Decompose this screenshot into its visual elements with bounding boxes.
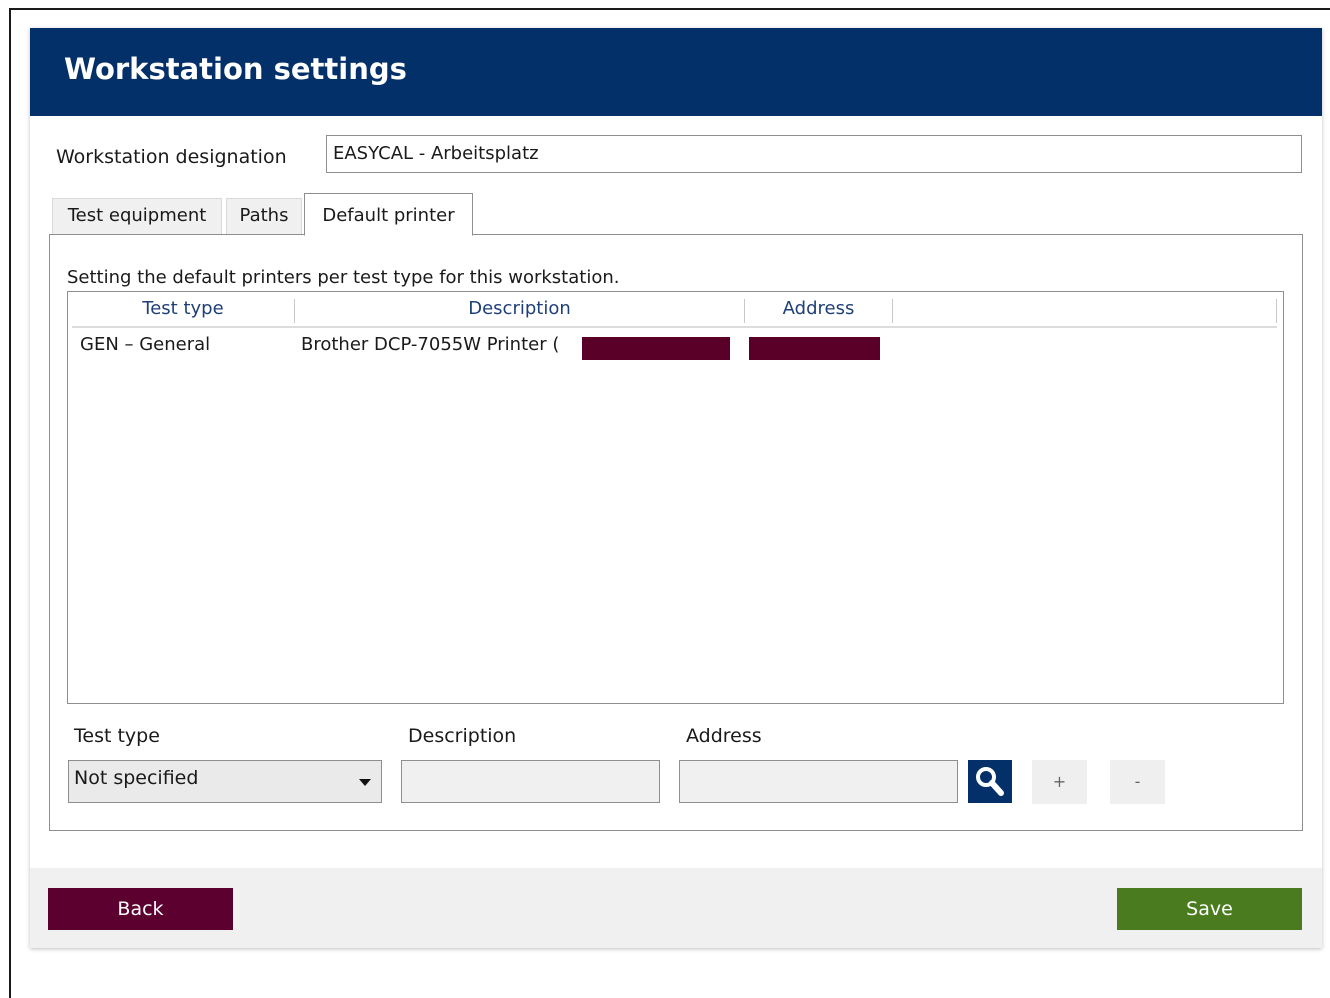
cell-description: Brother DCP-7055W Printer (	[301, 334, 560, 355]
title-bar: Workstation settings	[30, 28, 1322, 116]
column-header-description[interactable]: Description	[295, 298, 744, 319]
column-separator	[892, 299, 893, 323]
designation-label: Workstation designation	[56, 146, 287, 168]
tab-test-equipment[interactable]: Test equipment	[52, 198, 222, 235]
tab-label: Default printer	[322, 205, 455, 226]
tab-default-printer[interactable]: Default printer	[304, 193, 473, 236]
redaction-block	[749, 337, 880, 360]
test-type-label: Test type	[74, 725, 160, 747]
back-button[interactable]: Back	[48, 888, 233, 930]
test-type-value: Not specified	[74, 767, 199, 789]
address-label: Address	[686, 725, 762, 747]
grid-header: Test type Description Address	[72, 295, 1277, 328]
tab-label: Test equipment	[67, 205, 207, 226]
tab-paths[interactable]: Paths	[226, 198, 302, 235]
redaction-block	[582, 337, 730, 360]
column-separator	[1276, 299, 1277, 323]
save-button[interactable]: Save	[1117, 888, 1302, 930]
dropdown-arrow-icon	[359, 779, 371, 786]
tab-label: Paths	[239, 205, 289, 226]
column-header-test-type[interactable]: Test type	[72, 298, 294, 319]
search-button[interactable]	[968, 760, 1012, 803]
designation-input[interactable]: EASYCAL - Arbeitsplatz	[326, 135, 1302, 173]
default-printer-panel: Setting the default printers per test ty…	[49, 234, 1303, 831]
panel-description: Setting the default printers per test ty…	[67, 267, 620, 288]
add-button[interactable]: +	[1032, 760, 1087, 804]
workstation-settings-window: Workstation settings Workstation designa…	[30, 28, 1322, 948]
remove-button[interactable]: -	[1110, 760, 1165, 804]
column-header-address[interactable]: Address	[745, 298, 892, 319]
printer-grid[interactable]: Test type Description Address GEN – Gene…	[67, 291, 1284, 704]
window-title: Workstation settings	[64, 52, 407, 86]
test-type-select[interactable]: Not specified	[68, 760, 382, 803]
description-input[interactable]	[401, 760, 660, 803]
address-input[interactable]	[679, 760, 958, 803]
cell-test-type: GEN – General	[80, 334, 211, 355]
description-label: Description	[408, 725, 517, 747]
table-row[interactable]: GEN – General Brother DCP-7055W Printer …	[72, 334, 1277, 360]
magnifier-icon	[976, 767, 1004, 796]
